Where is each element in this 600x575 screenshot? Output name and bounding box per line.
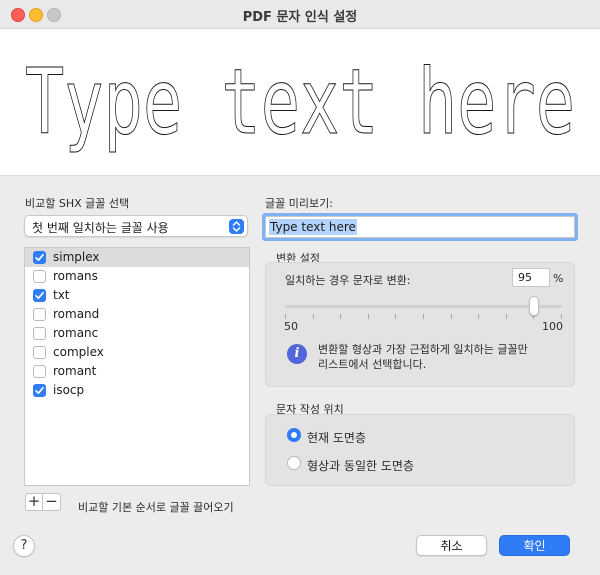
font-checkbox[interactable] [33,289,46,302]
text-placement-group [265,414,575,486]
font-preview-label: 글꼴 미리보기: [265,197,333,210]
slider-tick [285,314,286,319]
font-list-item[interactable]: romant [25,362,249,381]
radio-current-layer-label[interactable]: 현재 도면층 [307,429,366,446]
font-checkbox[interactable] [33,327,46,340]
cancel-button[interactable]: 취소 [416,535,487,556]
slider-tick [561,314,562,319]
font-name: romanc [53,326,99,340]
slider-tick [313,314,314,319]
shx-preview-pane: Type text here [0,29,600,176]
slider-tick [478,314,479,319]
font-checkbox[interactable] [33,251,46,264]
font-preview-value: Type text here [269,219,357,235]
slider-tick [368,314,369,319]
match-percent-field[interactable]: 95 [512,268,550,287]
font-name: isocp [53,383,85,397]
font-list-item[interactable]: txt [25,286,249,305]
font-name: simplex [53,250,100,264]
slider-tick [451,314,452,319]
radio-same-layer-label[interactable]: 형상과 동일한 도면층 [307,457,414,474]
slider-max-label: 100 [542,320,563,333]
info-text-line2: 리스트에서 선택합니다. [318,358,427,371]
slider-min-label: 50 [284,320,298,333]
convert-threshold-label: 일치하는 경우 문자로 변환: [285,274,411,287]
font-list-item[interactable]: romanc [25,324,249,343]
checkmark-icon [35,291,44,300]
font-name: txt [53,288,70,302]
match-threshold-slider[interactable] [285,305,562,308]
slider-tick [506,314,507,319]
add-font-button[interactable]: + [25,493,43,511]
shx-preview-text: Type text here [25,50,575,155]
font-match-popup[interactable]: 첫 번째 일치하는 글꼴 사용 [24,215,248,237]
font-checkbox[interactable] [33,365,46,378]
radio-same-layer-as-geometry[interactable] [287,456,301,470]
font-checkbox[interactable] [33,308,46,321]
font-checkbox[interactable] [33,346,46,359]
font-list-item[interactable]: simplex [25,248,249,267]
percent-unit: % [553,272,564,285]
slider-tick [423,314,424,319]
title-bar: PDF 문자 인식 설정 [0,0,600,29]
match-percent-value: 95 [518,271,532,284]
slider-tick [340,314,341,319]
popup-chevrons-icon [229,219,244,234]
radio-current-layer[interactable] [287,428,301,442]
font-list-item[interactable]: romans [25,267,249,286]
font-list-item[interactable]: complex [25,343,249,362]
slider-tick [395,314,396,319]
slider-thumb[interactable] [529,296,540,316]
shx-font-list[interactable]: simplex romans txt romand romanc complex… [24,247,250,486]
checkmark-icon [35,386,44,395]
shx-section-label: 비교할 SHX 글꼴 선택 [25,197,130,210]
reset-font-order-link[interactable]: 비교할 기본 순서로 글꼴 끌어오기 [78,499,234,515]
font-preview-input[interactable]: Type text here [265,216,575,238]
font-list-item[interactable]: isocp [25,381,249,400]
font-list-item[interactable]: romand [25,305,249,324]
remove-font-button[interactable]: − [43,493,61,511]
font-name: romand [53,307,100,321]
help-button[interactable]: ? [13,535,35,557]
info-icon: i [287,344,307,364]
info-text-line1: 변환할 형상과 가장 근접하게 일치하는 글꼴만 [318,343,528,356]
ok-button[interactable]: 확인 [499,535,570,556]
font-checkbox[interactable] [33,384,46,397]
font-name: romans [53,269,98,283]
font-name: romant [53,364,97,378]
font-match-popup-value: 첫 번째 일치하는 글꼴 사용 [32,221,169,235]
checkmark-icon [35,253,44,262]
font-name: complex [53,345,104,359]
window-title: PDF 문자 인식 설정 [242,10,358,25]
font-checkbox[interactable] [33,270,46,283]
pdf-text-recognition-dialog: PDF 문자 인식 설정 Type text here 비교할 SHX 글꼴 선… [0,0,600,575]
